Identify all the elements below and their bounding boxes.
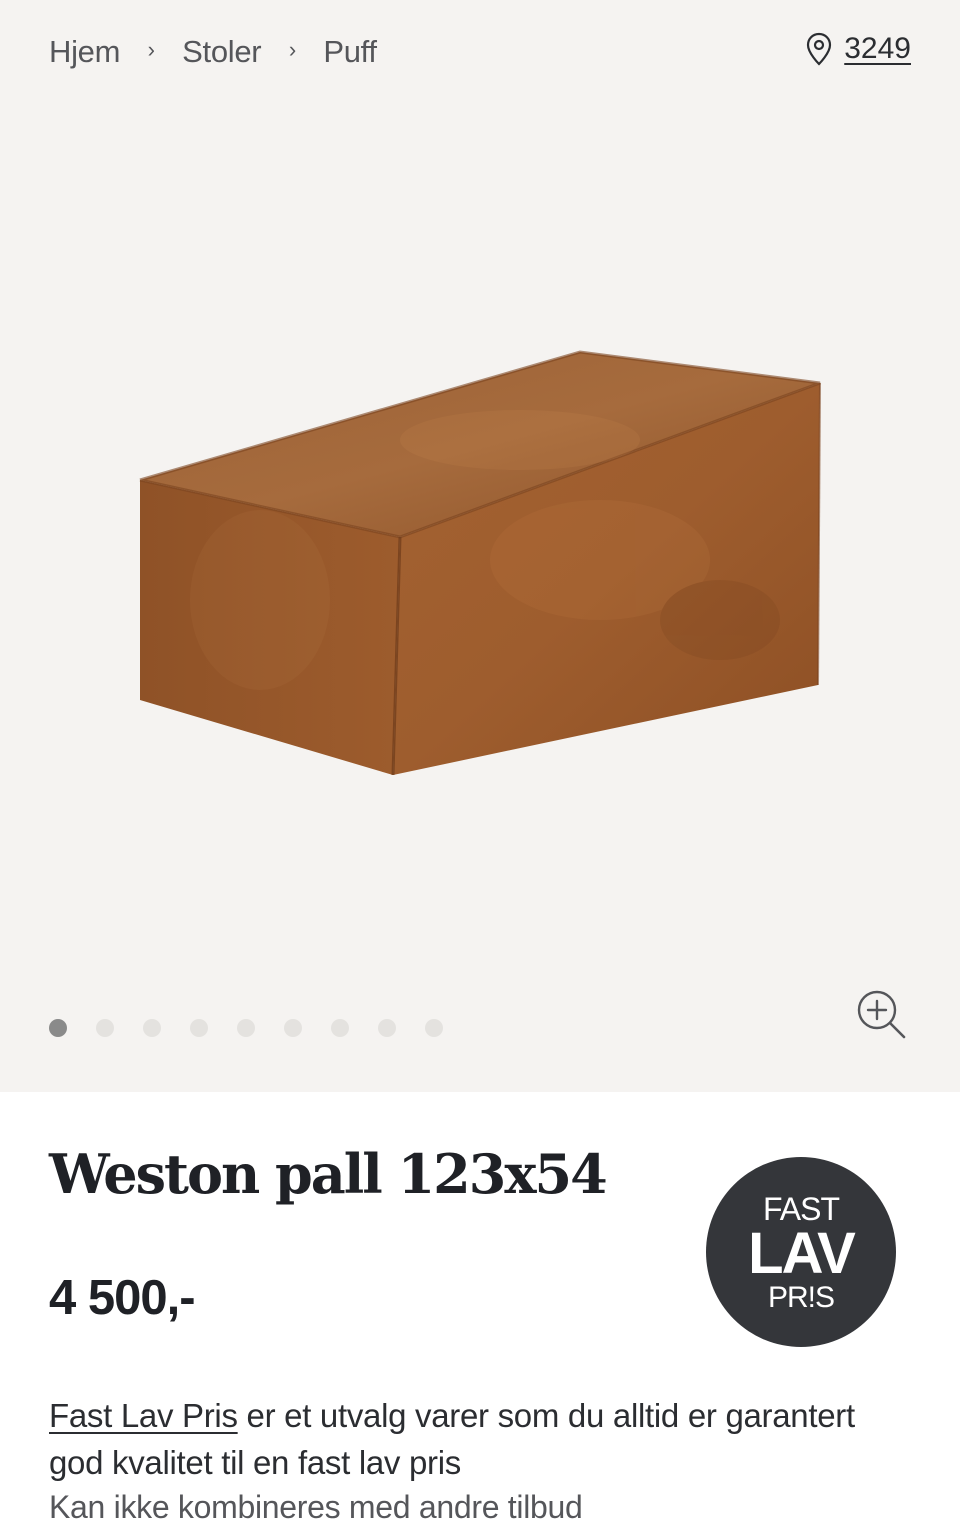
fast-lav-pris-badge: FAST LAV PR!S: [706, 1157, 896, 1347]
gallery-dot[interactable]: [49, 1019, 67, 1037]
store-selector[interactable]: 3249: [806, 32, 911, 66]
zoom-in-icon[interactable]: [855, 988, 907, 1040]
product-image[interactable]: [0, 0, 960, 1092]
breadcrumb-home[interactable]: Hjem: [49, 34, 120, 70]
badge-line-2: LAV: [748, 1221, 856, 1286]
breadcrumb: Hjem › Stoler › Puff: [49, 34, 377, 70]
offer-note: Kan ikke kombineres med andre tilbud: [49, 1489, 583, 1525]
price-description: Fast Lav Pris er et utvalg varer som du …: [49, 1392, 909, 1486]
breadcrumb-separator: ›: [288, 37, 296, 62]
gallery-pagination: [49, 1019, 443, 1037]
gallery-dot[interactable]: [190, 1019, 208, 1037]
gallery-dot[interactable]: [378, 1019, 396, 1037]
breadcrumb-stoler[interactable]: Stoler: [182, 34, 261, 70]
store-number[interactable]: 3249: [844, 32, 911, 66]
badge-line-3: PR!S: [767, 1281, 835, 1314]
breadcrumb-puff[interactable]: Puff: [323, 34, 377, 70]
breadcrumb-separator: ›: [147, 37, 155, 62]
location-pin-icon: [807, 32, 832, 66]
gallery-dot[interactable]: [331, 1019, 349, 1037]
product-gallery: Hjem › Stoler › Puff 3249: [0, 0, 960, 1092]
gallery-dot[interactable]: [284, 1019, 302, 1037]
product-title: Weston pall 123x54: [49, 1142, 608, 1206]
gallery-dot[interactable]: [143, 1019, 161, 1037]
fast-lav-pris-link[interactable]: Fast Lav Pris: [49, 1397, 238, 1434]
gallery-dot[interactable]: [425, 1019, 443, 1037]
gallery-dot[interactable]: [237, 1019, 255, 1037]
gallery-dot[interactable]: [96, 1019, 114, 1037]
product-price: 4 500,-: [49, 1271, 196, 1325]
